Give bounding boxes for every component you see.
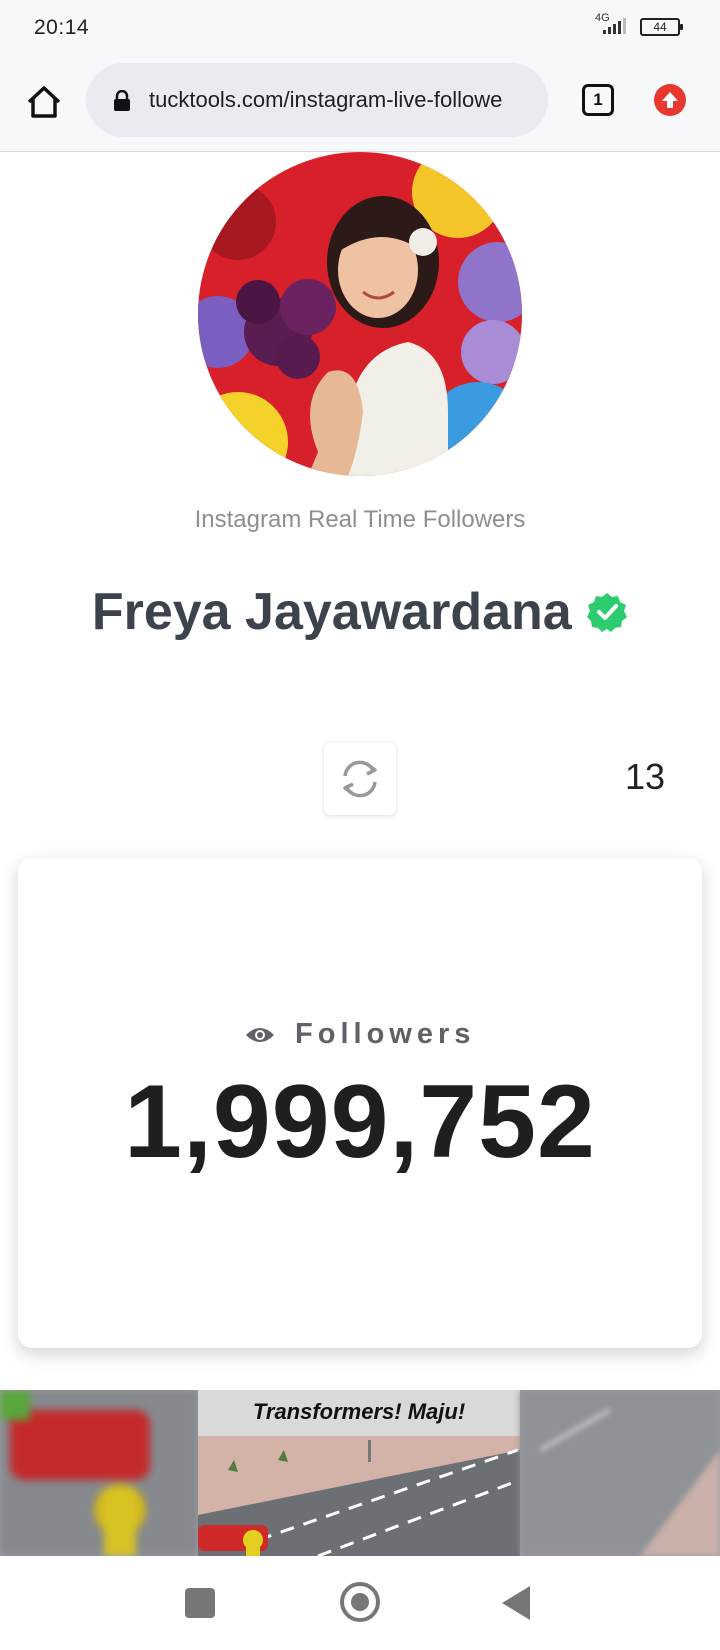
battery-icon: 44 [640,18,683,36]
ad-banner[interactable]: Transformers! Maju! [0,1390,720,1556]
home-icon [27,86,61,118]
lock-icon [114,90,130,111]
back-button[interactable] [502,1586,530,1620]
arrow-up-icon [662,92,678,108]
refresh-icon [343,760,377,798]
verified-badge-icon [587,593,628,632]
browser-toolbar: tucktools.com/instagram-live-followe 1 [0,56,720,152]
profile-name-row: Freya Jayawardana [0,582,720,642]
profile-name: Freya Jayawardana [91,583,572,641]
home-button[interactable] [22,80,66,124]
update-button[interactable] [654,84,686,116]
page-subtitle: Instagram Real Time Followers [194,506,526,533]
status-time: 20:14 [34,16,90,39]
home-nav-button[interactable] [340,1582,380,1622]
followers-count: 1,999,752 [124,1064,596,1180]
refresh-button[interactable] [324,743,396,815]
refresh-countdown: 13 [624,756,666,797]
url-text: tucktools.com/instagram-live-followe [149,87,503,112]
followers-label: Followers [295,1018,476,1050]
eye-icon [245,1027,274,1042]
ad-blur-left [0,1390,198,1556]
tab-switcher-button[interactable]: 1 [582,84,614,116]
signal-icon: 4G [593,12,635,36]
ad-game-preview: Transformers! Maju! [198,1390,520,1556]
followers-card: Followers 1,999,752 [18,858,702,1348]
followers-label-row: Followers [18,1018,702,1051]
recents-button[interactable] [185,1588,215,1618]
ad-blur-right [520,1390,720,1556]
status-bar: 20:14 4G 44 [0,0,720,56]
profile-avatar [198,152,522,476]
system-nav-bar [0,1556,720,1650]
address-bar[interactable]: tucktools.com/instagram-live-followe [86,63,548,137]
ad-title: Transformers! Maju! [252,1399,466,1424]
